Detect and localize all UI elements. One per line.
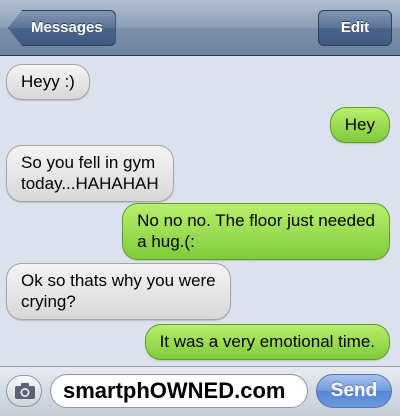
send-button[interactable]: Send [316,374,392,408]
camera-button[interactable] [6,375,42,407]
compose-bar: smartphOWNED.com Send [0,366,400,416]
back-messages-button[interactable]: Messages [8,10,116,46]
message-input[interactable]: smartphOWNED.com [50,374,308,408]
edit-button[interactable]: Edit [318,10,392,46]
incoming-message: Heyy :) [6,64,90,100]
incoming-message: Ok so thats why you were crying? [6,263,231,320]
outgoing-message: No no no. The floor just needed a hug.(: [122,203,390,260]
incoming-message: So you fell in gym today...HAHAHAH [6,145,174,202]
navigation-bar: Messages Edit [0,0,400,56]
camera-icon [15,383,35,399]
outgoing-message: Hey [329,107,390,143]
outgoing-message: It was a very emotional time. [144,324,390,360]
